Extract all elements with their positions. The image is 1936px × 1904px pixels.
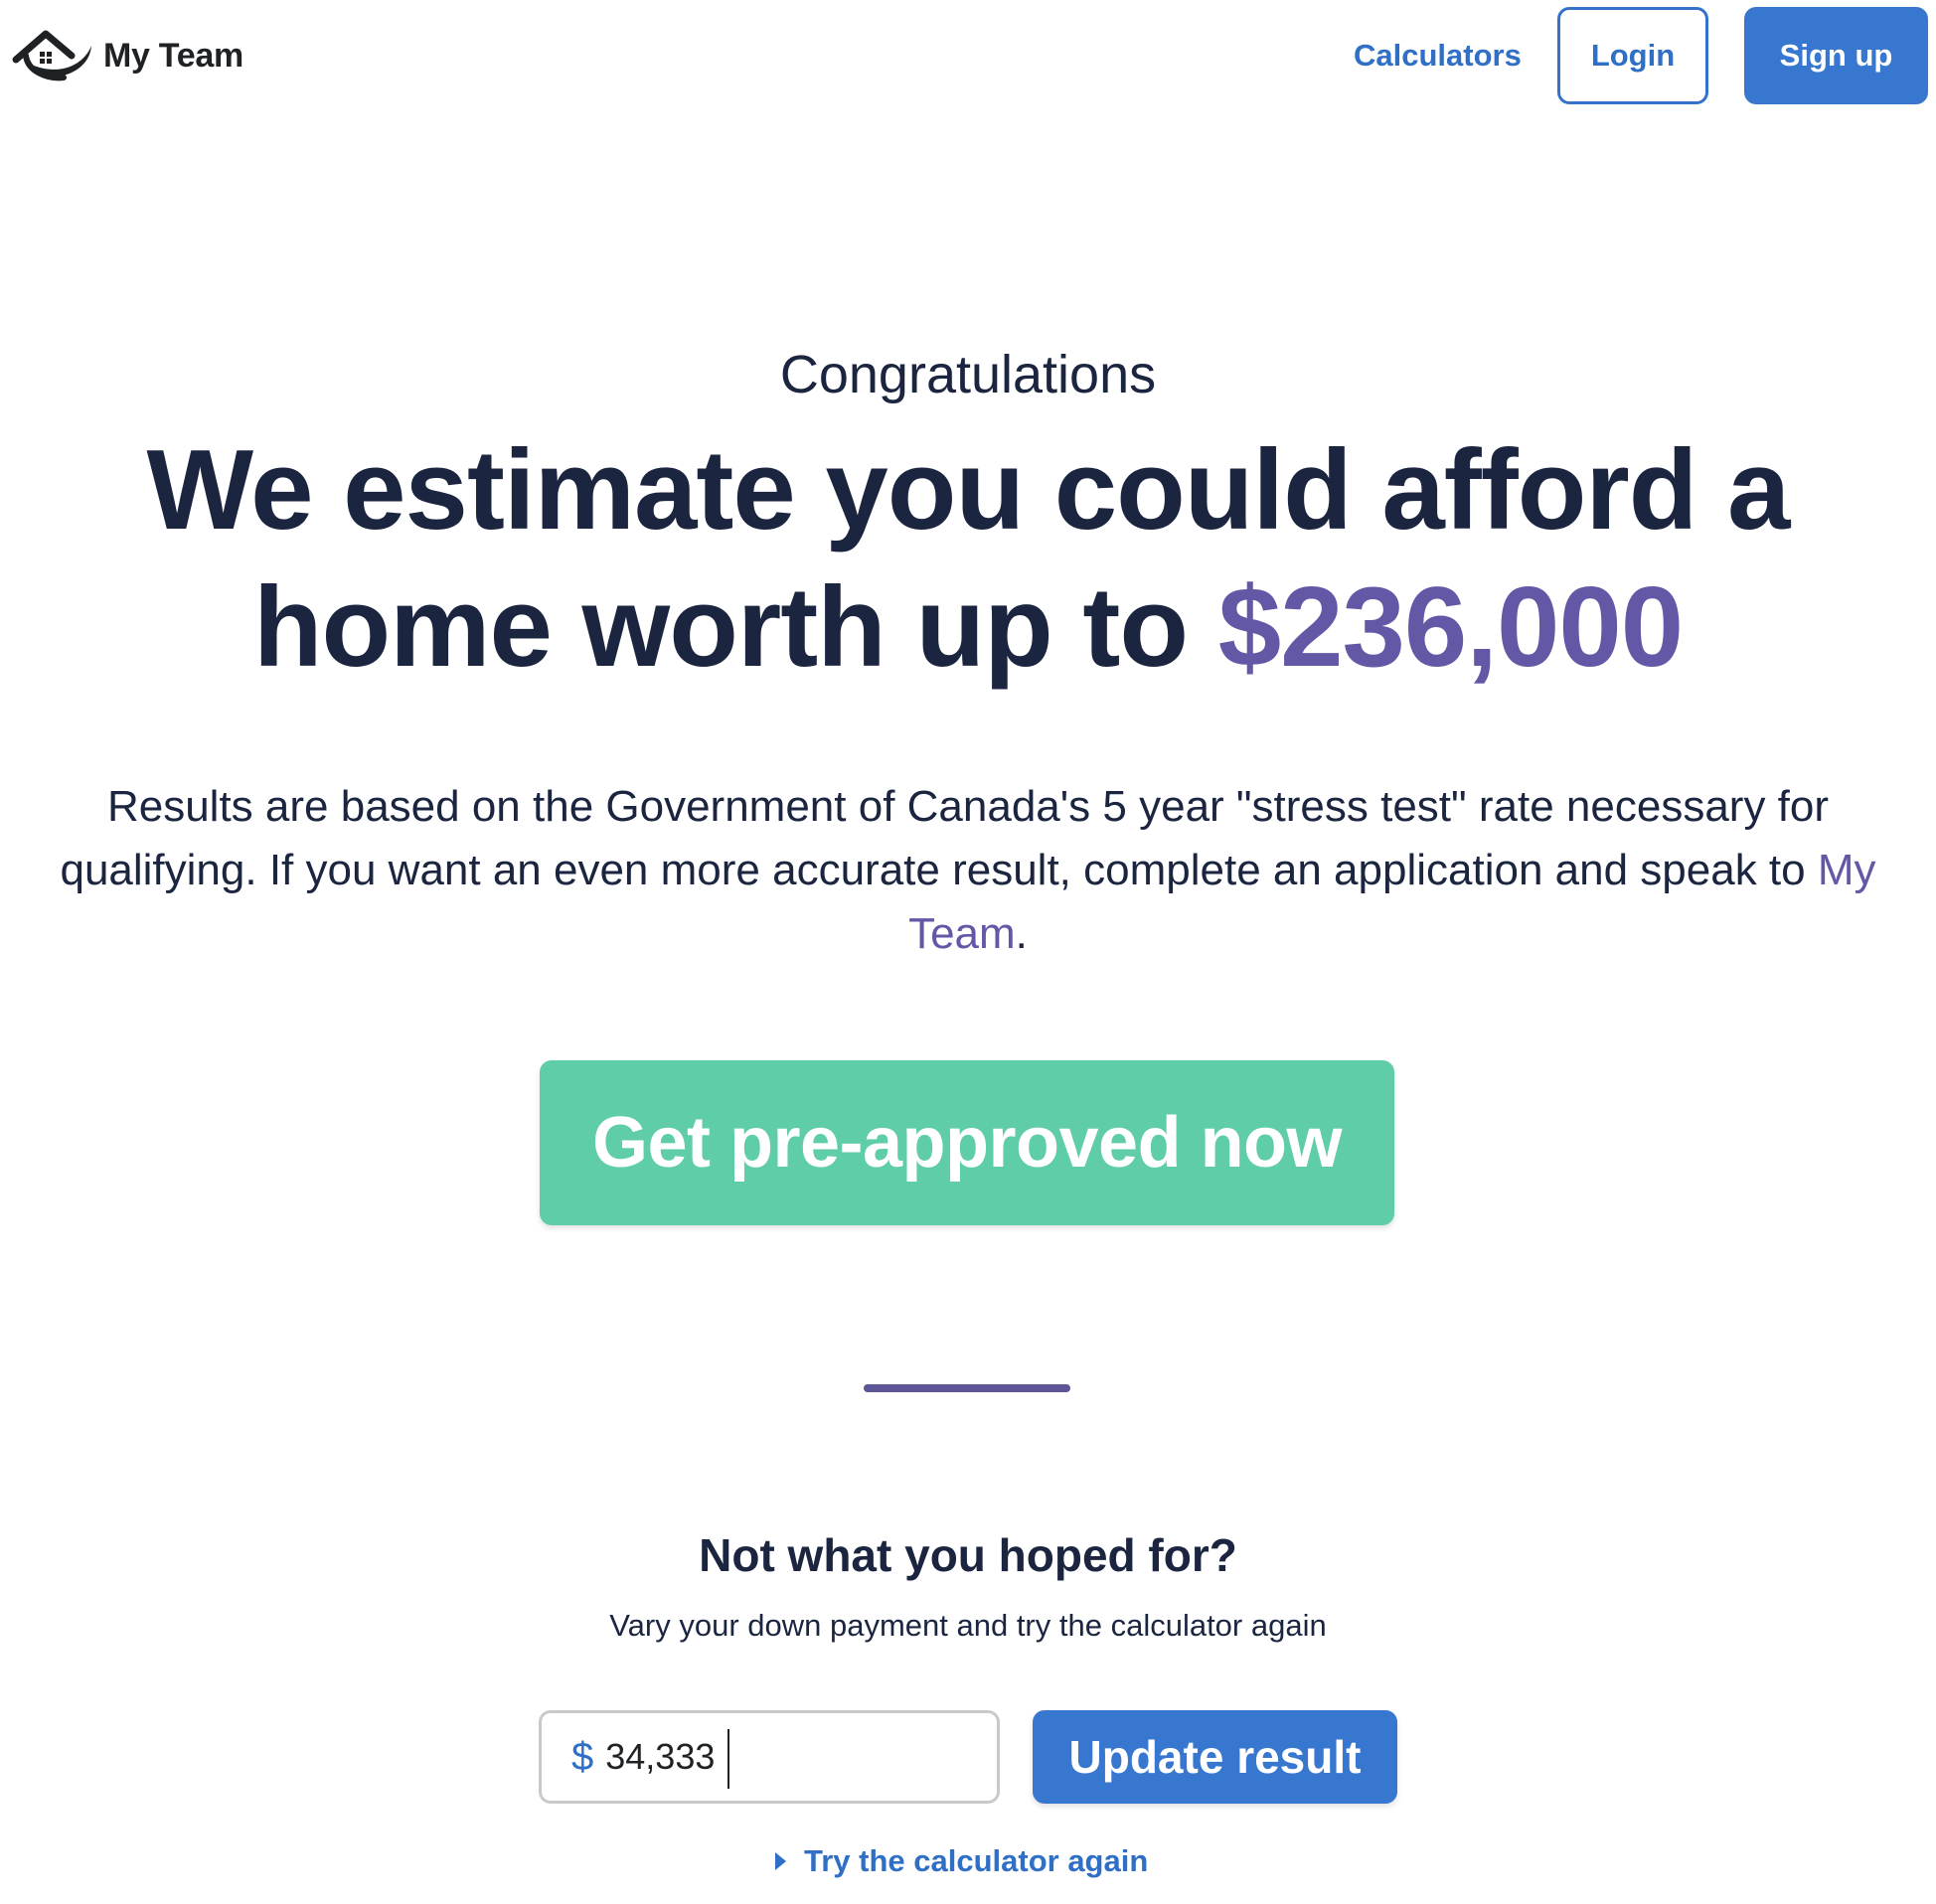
house-logo-icon <box>12 30 91 81</box>
disclaimer-text: Results are based on the Government of C… <box>60 782 1830 894</box>
retry-title: Not what you hoped for? <box>699 1529 1237 1581</box>
section-divider <box>864 1384 1070 1392</box>
site-header: My Team Calculators Login Sign up <box>0 0 1936 119</box>
affordability-headline: We estimate you could afford a home wort… <box>60 422 1876 697</box>
nav-calculators-link[interactable]: Calculators <box>1354 38 1522 74</box>
try-calculator-again-link[interactable]: Try the calculator again <box>775 1843 1148 1879</box>
congratulations-label: Congratulations <box>779 345 1157 404</box>
down-payment-field[interactable]: $ <box>539 1710 1000 1804</box>
update-result-button[interactable]: Update result <box>1033 1710 1397 1804</box>
login-button[interactable]: Login <box>1557 7 1708 104</box>
affordable-amount: $236,000 <box>1217 564 1684 691</box>
text-cursor <box>727 1729 729 1789</box>
brand-name: My Team <box>103 36 243 75</box>
signup-button[interactable]: Sign up <box>1744 7 1928 104</box>
disclaimer-end: . <box>1015 909 1028 958</box>
down-payment-input[interactable] <box>605 1736 984 1778</box>
try-calculator-again-label: Try the calculator again <box>804 1843 1149 1878</box>
currency-symbol: $ <box>571 1734 594 1779</box>
results-disclaimer: Results are based on the Government of C… <box>40 775 1896 966</box>
get-preapproved-button[interactable]: Get pre-approved now <box>540 1060 1394 1225</box>
caret-right-icon <box>775 1852 786 1870</box>
retry-subtitle: Vary your down payment and try the calcu… <box>609 1608 1327 1643</box>
brand-logo[interactable]: My Team <box>12 26 243 85</box>
